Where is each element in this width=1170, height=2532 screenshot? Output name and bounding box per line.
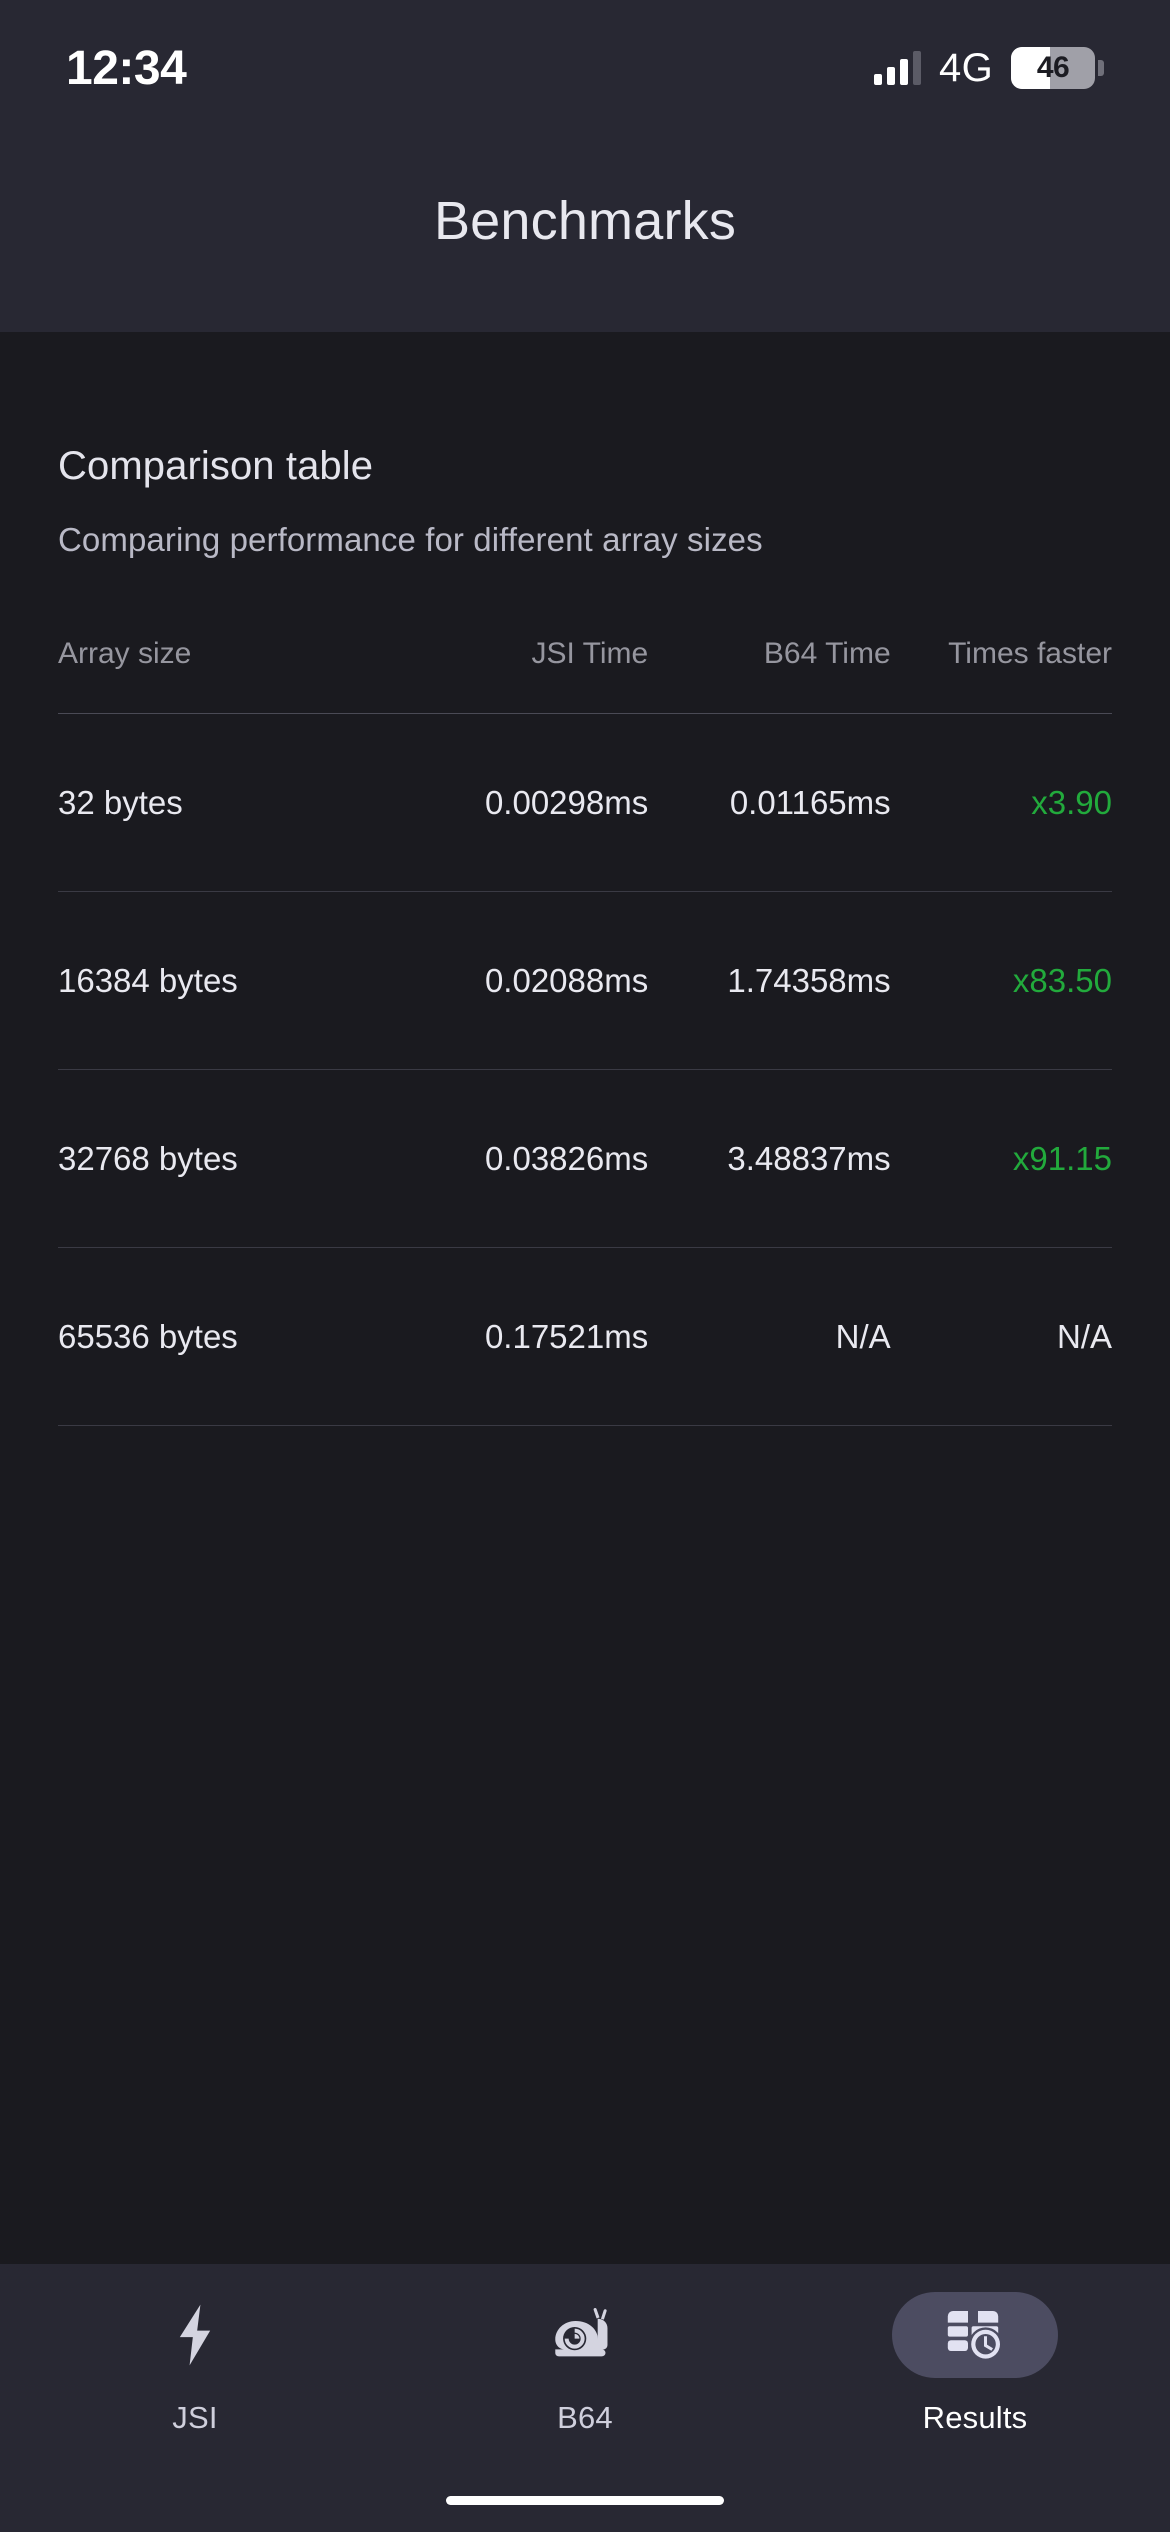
snail-icon [554, 2306, 616, 2364]
cell-jsi-time: 0.00298ms [484, 783, 649, 821]
lightning-bolt-icon [169, 2304, 221, 2366]
cell-array-size: 65536 bytes [58, 1317, 238, 1355]
phone-screen: 12:34 4G 46 Benchmarks Comparison table … [0, 0, 1170, 2532]
network-type-label: 4G [939, 45, 993, 90]
battery-icon: 46 [1011, 47, 1104, 89]
table-header-row: Array size JSI Time B64 Time Times faste… [58, 637, 1112, 714]
column-header-times-faster: Times faster [948, 637, 1112, 670]
cell-jsi-time: 0.17521ms [484, 1317, 649, 1355]
tab-results-label: Results [922, 2400, 1028, 2435]
status-bar: 12:34 4G 46 [0, 0, 1170, 110]
comparison-table: Array size JSI Time B64 Time Times faste… [58, 637, 1112, 1426]
cell-b64-time: N/A [835, 1317, 891, 1355]
cell-times-faster: x3.90 [1031, 783, 1112, 821]
tab-b64-pill [502, 2292, 668, 2378]
cell-array-size: 16384 bytes [58, 961, 238, 999]
table-row: 32768 bytes 0.03826ms 3.48837ms x91.15 [58, 1070, 1112, 1248]
column-header-jsi-time: JSI Time [531, 637, 649, 670]
tab-jsi[interactable]: JSI [2, 2292, 388, 2436]
table-clock-icon [945, 2307, 1005, 2363]
status-bar-indicators: 4G 46 [874, 46, 1104, 91]
cell-b64-time: 1.74358ms [727, 961, 891, 999]
cell-jsi-time: 0.03826ms [484, 1139, 649, 1177]
signal-bars-icon [874, 51, 922, 85]
navigation-bar: Benchmarks [0, 110, 1170, 332]
cell-times-faster: x91.15 [1012, 1139, 1112, 1177]
cell-b64-time: 0.01165ms [729, 783, 891, 821]
cell-times-faster: x83.50 [1012, 961, 1112, 999]
home-indicator[interactable] [446, 2495, 724, 2505]
cell-b64-time: 3.48837ms [727, 1139, 891, 1177]
header-region: 12:34 4G 46 Benchmarks [0, 0, 1170, 332]
column-header-array-size: Array size [58, 637, 192, 670]
tab-b64-label: B64 [557, 2400, 613, 2435]
tab-jsi-pill [112, 2292, 278, 2378]
tab-jsi-label: JSI [172, 2400, 218, 2435]
page-title: Benchmarks [433, 191, 737, 251]
table-row: 16384 bytes 0.02088ms 1.74358ms x83.50 [58, 892, 1112, 1070]
status-bar-clock: 12:34 [66, 41, 187, 95]
section-subtitle: Comparing performance for different arra… [58, 521, 763, 558]
section-title: Comparison table [58, 444, 374, 488]
table-row: 65536 bytes 0.17521ms N/A N/A [58, 1248, 1112, 1426]
home-indicator-area [0, 2468, 1170, 2532]
tab-results[interactable]: Results [782, 2292, 1168, 2436]
cell-array-size: 32768 bytes [58, 1139, 238, 1177]
cell-array-size: 32 bytes [58, 783, 183, 821]
battery-level-label: 46 [1036, 51, 1070, 84]
column-header-b64-time: B64 Time [763, 637, 891, 670]
cell-jsi-time: 0.02088ms [484, 961, 649, 999]
cell-times-faster: N/A [1056, 1317, 1112, 1355]
table-row: 32 bytes 0.00298ms 0.01165ms x3.90 [58, 714, 1112, 892]
main-content: Comparison table Comparing performance f… [0, 332, 1170, 2264]
tab-b64[interactable]: B64 [392, 2292, 778, 2436]
tab-results-pill [892, 2292, 1058, 2378]
